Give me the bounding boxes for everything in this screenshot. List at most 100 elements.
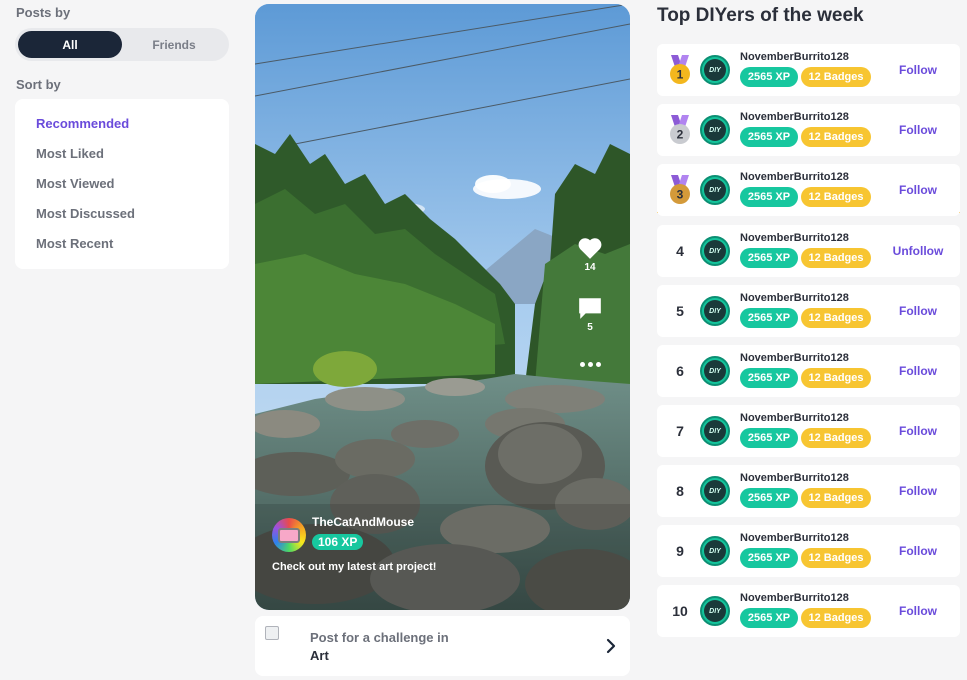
like-count: 14 xyxy=(584,262,596,273)
follow-button[interactable]: Follow xyxy=(883,104,953,156)
badges-count: 12 Badges xyxy=(801,488,871,508)
leaderboard-row: 1 DIY NovemberBurrito128 2565 XP 12 Badges Fo… xyxy=(657,44,960,96)
xp-badge: 2565 XP xyxy=(740,248,798,268)
diy-avatar-text: DIY xyxy=(704,540,726,562)
leader-username[interactable]: NovemberBurrito128 xyxy=(740,51,849,63)
leaderboard-row: 6 DIY NovemberBurrito128 2565 XP 12 Badges Fo… xyxy=(657,345,960,397)
follow-button[interactable]: Follow xyxy=(883,285,953,337)
rank-number: 8 xyxy=(676,483,684,499)
diy-avatar[interactable]: DIY xyxy=(700,356,730,386)
sort-most-liked[interactable]: Most Liked xyxy=(36,143,229,173)
leaderboard-row: 7 DIY NovemberBurrito128 2565 XP 12 Badges Fo… xyxy=(657,405,960,457)
follow-button[interactable]: Follow xyxy=(883,164,953,216)
diy-avatar-text: DIY xyxy=(704,360,726,382)
xp-badge: 2565 XP xyxy=(740,488,798,508)
xp-badge: 2565 XP xyxy=(740,127,798,147)
diy-avatar[interactable]: DIY xyxy=(700,536,730,566)
sort-most-recent[interactable]: Most Recent xyxy=(36,233,229,263)
badges-count: 12 Badges xyxy=(801,608,871,628)
rank-number: 2 xyxy=(677,128,684,142)
xp-badge: 2565 XP xyxy=(740,548,798,568)
badges-count: 12 Badges xyxy=(801,548,871,568)
badges-count: 12 Badges xyxy=(801,67,871,87)
challenge-card[interactable]: Post for a challenge in Art xyxy=(255,616,630,676)
diy-avatar[interactable]: DIY xyxy=(700,416,730,446)
challenge-image xyxy=(265,626,279,640)
medal-icon: 3 xyxy=(670,175,690,204)
sort-options: Recommended Most Liked Most Viewed Most … xyxy=(15,99,229,269)
leader-username[interactable]: NovemberBurrito128 xyxy=(740,111,849,123)
rank-number: 1 xyxy=(677,68,684,82)
post-actions: 14 5 xyxy=(575,236,605,367)
diy-avatar-text: DIY xyxy=(704,59,726,81)
leaderboard-title: Top DIYers of the week xyxy=(657,5,864,26)
follow-button[interactable]: Follow xyxy=(883,405,953,457)
follow-button[interactable]: Follow xyxy=(883,345,953,397)
toggle-friends[interactable]: Friends xyxy=(122,31,226,58)
xp-badge: 2565 XP xyxy=(740,368,798,388)
rank-number: 4 xyxy=(676,243,684,259)
leaderboard-list: 1 DIY NovemberBurrito128 2565 XP 12 Badges Fo… xyxy=(657,44,960,645)
badges-count: 12 Badges xyxy=(801,368,871,388)
badges-count: 12 Badges xyxy=(801,127,871,147)
rank-number: 6 xyxy=(676,363,684,379)
rank-number: 7 xyxy=(676,423,684,439)
badges-count: 12 Badges xyxy=(801,187,871,207)
leaderboard-row: 5 DIY NovemberBurrito128 2565 XP 12 Badges Fo… xyxy=(657,285,960,337)
follow-button[interactable]: Follow xyxy=(883,585,953,637)
xp-badge: 2565 XP xyxy=(740,308,798,328)
diy-avatar-text: DIY xyxy=(704,300,726,322)
follow-button[interactable]: Follow xyxy=(883,525,953,577)
diy-avatar[interactable]: DIY xyxy=(700,115,730,145)
rank-number: 3 xyxy=(677,188,684,202)
leader-username[interactable]: NovemberBurrito128 xyxy=(740,532,849,544)
leader-username[interactable]: NovemberBurrito128 xyxy=(740,592,849,604)
rank-number: 10 xyxy=(672,603,688,619)
post-card[interactable]: 14 5 TheCatAndMouse 106 XP Check out my … xyxy=(255,4,630,610)
sort-most-discussed[interactable]: Most Discussed xyxy=(36,203,229,233)
heart-icon xyxy=(578,238,602,259)
leader-username[interactable]: NovemberBurrito128 xyxy=(740,472,849,484)
challenge-category: Art xyxy=(310,648,329,663)
diy-avatar-text: DIY xyxy=(704,240,726,262)
sort-recommended[interactable]: Recommended xyxy=(36,113,229,143)
leaderboard-row: 8 DIY NovemberBurrito128 2565 XP 12 Badges Fo… xyxy=(657,465,960,517)
diy-avatar[interactable]: DIY xyxy=(700,296,730,326)
diy-avatar-text: DIY xyxy=(704,119,726,141)
diy-avatar-text: DIY xyxy=(704,420,726,442)
unfollow-button[interactable]: Unfollow xyxy=(883,225,953,277)
diy-avatar[interactable]: DIY xyxy=(700,55,730,85)
leader-username[interactable]: NovemberBurrito128 xyxy=(740,412,849,424)
rank-number: 9 xyxy=(676,543,684,559)
author-avatar[interactable] xyxy=(272,518,306,552)
leader-username[interactable]: NovemberBurrito128 xyxy=(740,292,849,304)
comment-button[interactable]: 5 xyxy=(577,296,603,354)
post-caption: Check out my latest art project! xyxy=(272,561,437,573)
xp-badge: 2565 XP xyxy=(740,608,798,628)
follow-button[interactable]: Follow xyxy=(883,465,953,517)
posts-by-label: Posts by xyxy=(16,5,71,20)
like-button[interactable]: 14 xyxy=(577,236,603,296)
diy-avatar[interactable]: DIY xyxy=(700,476,730,506)
leader-username[interactable]: NovemberBurrito128 xyxy=(740,352,849,364)
badges-count: 12 Badges xyxy=(801,248,871,268)
more-icon[interactable] xyxy=(579,362,601,367)
badges-count: 12 Badges xyxy=(801,308,871,328)
author-xp-badge: 106 XP xyxy=(312,534,364,550)
diy-avatar[interactable]: DIY xyxy=(700,236,730,266)
diy-avatar[interactable]: DIY xyxy=(700,175,730,205)
diy-avatar-text: DIY xyxy=(704,179,726,201)
posts-by-toggle: All Friends xyxy=(15,28,229,61)
chevron-right-icon[interactable] xyxy=(606,638,616,654)
sort-most-viewed[interactable]: Most Viewed xyxy=(36,173,229,203)
leader-username[interactable]: NovemberBurrito128 xyxy=(740,232,849,244)
follow-button[interactable]: Follow xyxy=(883,44,953,96)
leaderboard-row: 2 DIY NovemberBurrito128 2565 XP 12 Badges Fo… xyxy=(657,104,960,156)
diy-avatar-text: DIY xyxy=(704,600,726,622)
post-author[interactable]: TheCatAndMouse 106 XP xyxy=(272,514,414,552)
diy-avatar[interactable]: DIY xyxy=(700,596,730,626)
leader-username[interactable]: NovemberBurrito128 xyxy=(740,171,849,183)
author-name[interactable]: TheCatAndMouse xyxy=(312,514,414,530)
toggle-all[interactable]: All xyxy=(18,31,122,58)
leaderboard-row: 4 DIY NovemberBurrito128 2565 XP 12 Badges Un… xyxy=(657,225,960,277)
